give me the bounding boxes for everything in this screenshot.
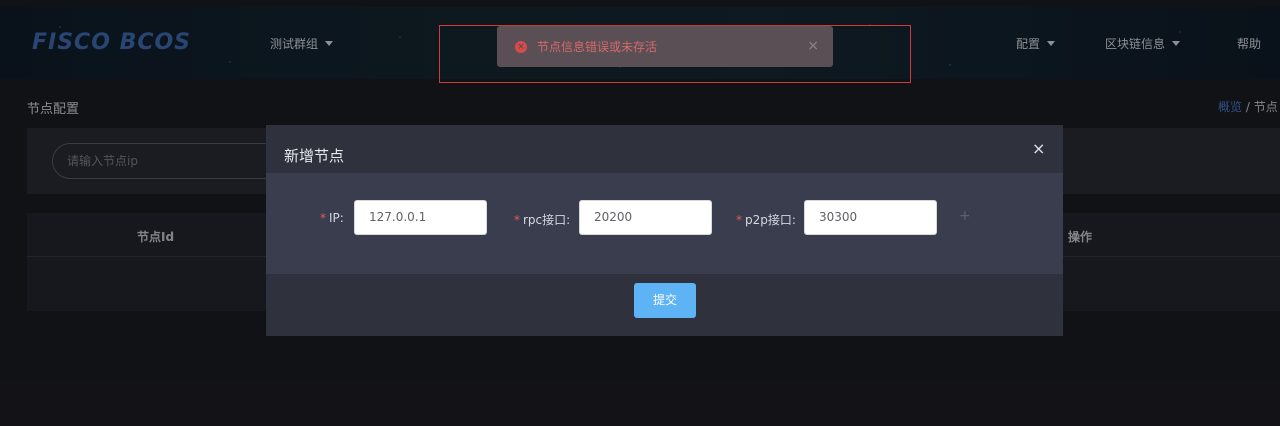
required-mark: * xyxy=(320,211,326,225)
p2p-label-text: p2p接口: xyxy=(745,213,796,227)
submit-button[interactable]: 提交 xyxy=(634,283,696,318)
add-row-plus-icon[interactable]: + xyxy=(959,208,971,224)
error-toast: × 节点信息错误或未存活 × xyxy=(497,26,833,67)
p2p-port-input[interactable]: 30300 xyxy=(804,200,937,235)
rpc-label-text: rpc接口: xyxy=(523,213,571,227)
ip-input[interactable]: 127.0.0.1 xyxy=(354,200,487,235)
required-mark: * xyxy=(736,213,742,227)
close-icon[interactable]: × xyxy=(1032,139,1045,158)
toast-close-icon[interactable]: × xyxy=(807,38,819,54)
add-node-dialog: 新增节点 × * IP: 127.0.0.1 * rpc接口: 20200 * p2p… xyxy=(266,125,1063,336)
ip-field-label: * IP: xyxy=(320,211,344,225)
rpc-field-label: * rpc接口: xyxy=(514,211,570,228)
rpc-port-input[interactable]: 20200 xyxy=(579,200,712,235)
ip-label-text: IP: xyxy=(329,211,344,225)
dialog-header xyxy=(266,125,1063,173)
toast-message: 节点信息错误或未存活 xyxy=(537,40,658,54)
p2p-field-label: * p2p接口: xyxy=(736,211,796,228)
error-circle-icon: × xyxy=(515,40,527,53)
required-mark: * xyxy=(514,213,520,227)
dialog-title: 新增节点 xyxy=(284,147,345,165)
